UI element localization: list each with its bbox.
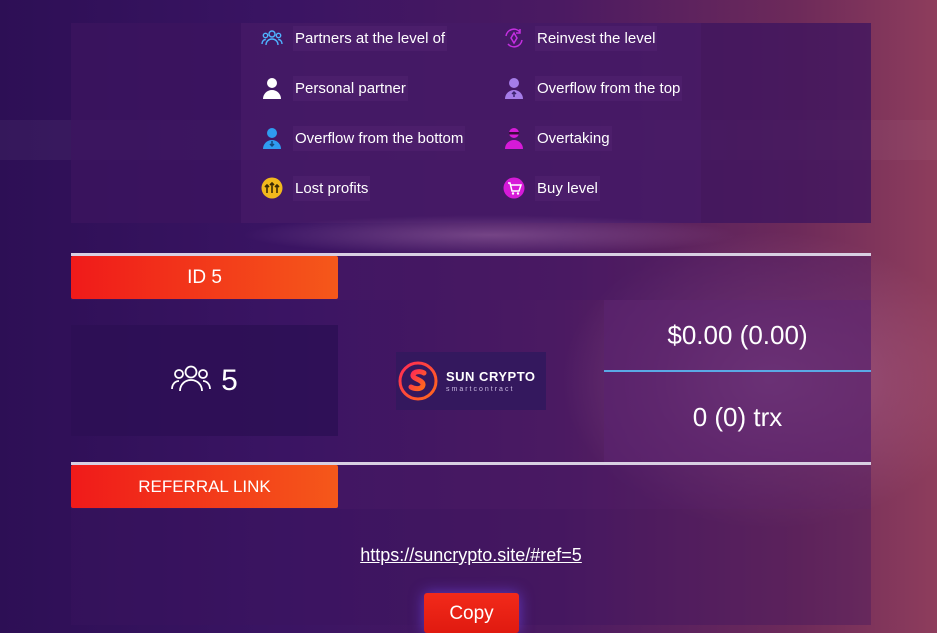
legend-label: Lost profits bbox=[293, 175, 371, 201]
logo-subtitle: smartcontract bbox=[446, 386, 515, 393]
sun-crypto-logo-icon bbox=[398, 361, 438, 401]
legend-label: Overflow from the top bbox=[535, 75, 683, 101]
ninja-magenta-icon bbox=[503, 127, 525, 149]
arrows-up-yellow-icon bbox=[261, 177, 283, 199]
sun-crypto-logo: SUN CRYPTO smartcontract bbox=[396, 352, 546, 410]
cart-magenta-icon bbox=[503, 177, 525, 199]
legend-item-reinvest: Reinvest the level bbox=[503, 24, 658, 52]
logo-text: SUN CRYPTO smartcontract bbox=[446, 369, 536, 393]
legend-item-buy-level: Buy level bbox=[503, 174, 600, 202]
legend-label: Overflow from the bottom bbox=[293, 125, 466, 151]
legend-label: Personal partner bbox=[293, 75, 408, 101]
partners-outline-icon bbox=[261, 27, 283, 49]
person-purple-icon bbox=[503, 77, 525, 99]
person-blue-icon bbox=[261, 127, 283, 149]
legend-item-lost-profits: Lost profits bbox=[261, 174, 371, 202]
logo-name: SUN CRYPTO bbox=[446, 369, 536, 384]
legend-item-partners-at-level: Partners at the level of bbox=[261, 24, 448, 52]
legend-label: Buy level bbox=[535, 175, 600, 201]
id-tab: ID 5 bbox=[71, 256, 338, 299]
referral-link[interactable]: https://suncrypto.site/#ref=5 bbox=[71, 545, 871, 566]
balance-usd: $0.00 (0.00) bbox=[604, 300, 871, 371]
partners-count: 5 bbox=[221, 363, 238, 397]
legend-label: Reinvest the level bbox=[535, 25, 658, 51]
copy-button[interactable]: Copy bbox=[424, 593, 519, 633]
legend-item-overflow-bottom: Overflow from the bottom bbox=[261, 124, 466, 152]
legend-item-overflow-top: Overflow from the top bbox=[503, 74, 683, 102]
legend-label: Overtaking bbox=[535, 125, 612, 151]
reinvest-magenta-icon bbox=[503, 27, 525, 49]
legend-panel bbox=[71, 23, 871, 223]
legend-label: Partners at the level of bbox=[293, 25, 448, 51]
partners-count-box: 5 bbox=[71, 325, 338, 436]
legend-item-overtaking: Overtaking bbox=[503, 124, 612, 152]
referral-tab: REFERRAL LINK bbox=[71, 465, 338, 508]
balance-trx: 0 (0) trx bbox=[604, 372, 871, 462]
partners-outline-icon bbox=[171, 363, 212, 398]
person-white-icon bbox=[261, 77, 283, 99]
legend-item-personal-partner: Personal partner bbox=[261, 74, 408, 102]
